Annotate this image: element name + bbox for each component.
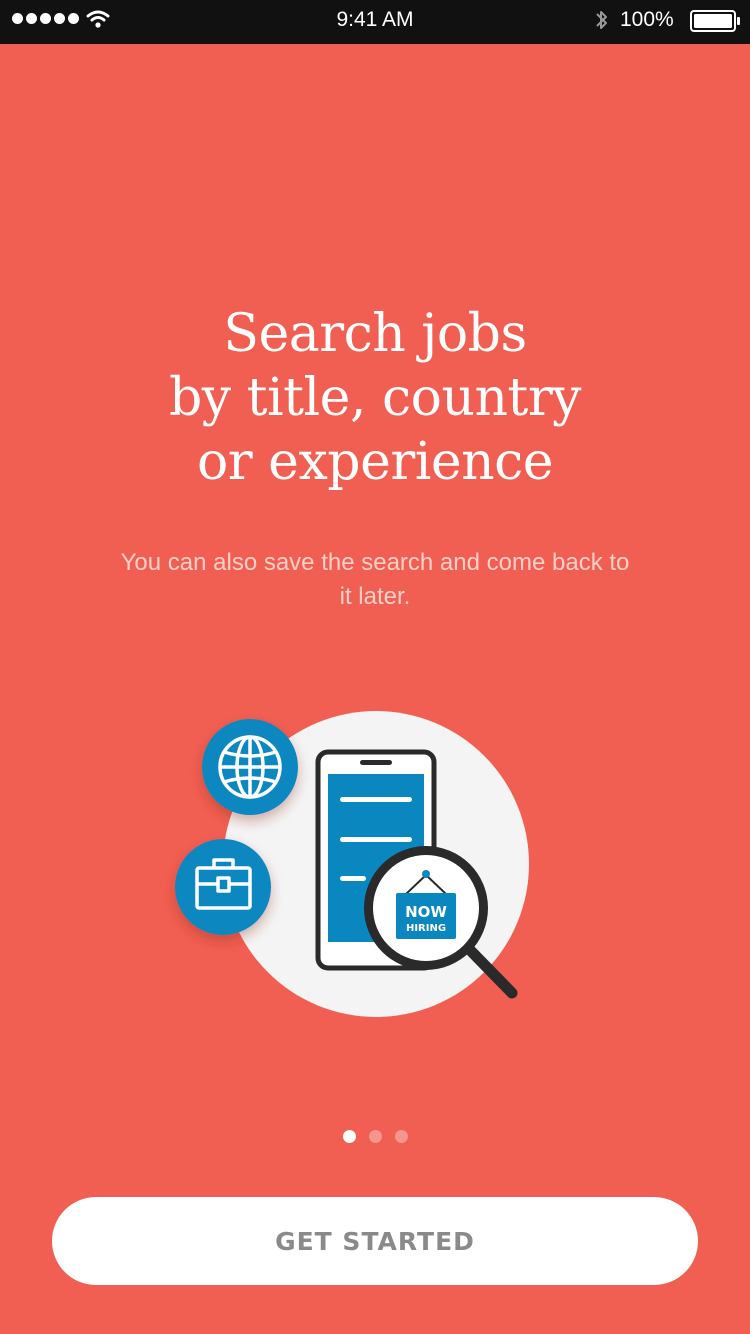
job-search-illustration: NOW HIRING (175, 711, 529, 1017)
onboarding-subtitle: You can also save the search and come ba… (120, 549, 630, 610)
headline-line: Search jobs (223, 304, 527, 364)
headline-line: by title, country (168, 368, 582, 428)
page-indicator[interactable] (0, 1130, 750, 1144)
headline-line: or experience (196, 432, 554, 492)
now-hiring-sign-line1: NOW (405, 903, 447, 921)
page-dot-3[interactable] (394, 1130, 408, 1143)
page-dot-2[interactable] (368, 1130, 382, 1143)
page-dot-1[interactable] (342, 1130, 356, 1143)
onboarding-headline: Search jobs by title, country or experie… (0, 302, 750, 494)
bluetooth-icon (596, 11, 607, 29)
battery-percentage: 100% (620, 8, 674, 31)
battery-icon (690, 10, 740, 32)
now-hiring-sign-line2: HIRING (406, 923, 446, 934)
get-started-button[interactable]: GET STARTED (52, 1197, 698, 1285)
status-bar: 9:41 AM 100% (0, 0, 750, 44)
